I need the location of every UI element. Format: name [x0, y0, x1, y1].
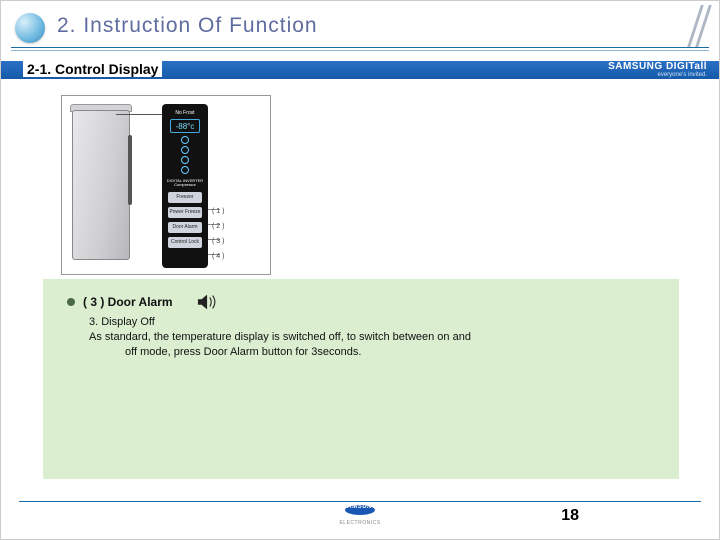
panel-button-freezer: Freezer [168, 192, 202, 203]
page-number: 18 [561, 507, 579, 525]
panel-button-refs: ( 1 ) ( 2 ) ( 3 ) ( 4 ) [212, 204, 224, 264]
panel-indicator-icons [162, 136, 208, 174]
globe-icon [15, 13, 45, 43]
panel-button-power-freeze: Power Freeze [168, 207, 202, 218]
footer-logo-sub: ELECTRONICS [339, 520, 380, 526]
corner-decoration [679, 1, 719, 49]
ref-4: ( 4 ) [212, 249, 224, 264]
title-underline [11, 47, 709, 51]
subsection-title: 2-1. Control Display [23, 61, 162, 77]
brand-mark: SAMSUNG DIGITall everyone's invited. [608, 61, 707, 78]
temperature-display: -88°c [170, 119, 200, 133]
panel-top-label: No Frost [162, 110, 208, 116]
panel-button-door-alarm: Door Alarm [168, 222, 202, 233]
panel-logo: DIGITAL INVERTER Compressor [162, 179, 208, 188]
footer-logo-text: SAMSUNG [343, 504, 377, 510]
control-panel: No Frost -88°c DIGITAL INVERTER Compress… [162, 104, 208, 268]
header-bar: 2. Instruction Of Function [1, 1, 719, 51]
slide: 2. Instruction Of Function 2-1. Control … [0, 0, 720, 540]
footer-logo: SAMSUNG ELECTRONICS [345, 505, 375, 515]
panel-button-control-lock: Control Lock [168, 237, 202, 248]
brand-tagline: everyone's invited. [608, 72, 707, 78]
bullet-icon [67, 298, 75, 306]
section-title: ( 3 ) Door Alarm [83, 295, 173, 309]
ref-3: ( 3 ) [212, 234, 224, 249]
description-panel: ( 3 ) Door Alarm 3. Display Off As stand… [43, 279, 679, 479]
fridge-illustration: No Frost -88°c DIGITAL INVERTER Compress… [61, 95, 271, 275]
body-line-2: off mode, press Door Alarm button for 3s… [89, 345, 663, 360]
refrigerator-icon [72, 110, 130, 260]
brand-name: SAMSUNG DIGITall [608, 61, 707, 72]
slide-title: 2. Instruction Of Function [57, 14, 318, 38]
ref-1: ( 1 ) [212, 204, 224, 219]
speaker-icon [197, 293, 219, 311]
body-line-1: As standard, the temperature display is … [89, 330, 663, 345]
ref-2: ( 2 ) [212, 219, 224, 234]
footer: SAMSUNG ELECTRONICS 18 [1, 501, 719, 531]
subheading: 3. Display Off [89, 315, 663, 330]
